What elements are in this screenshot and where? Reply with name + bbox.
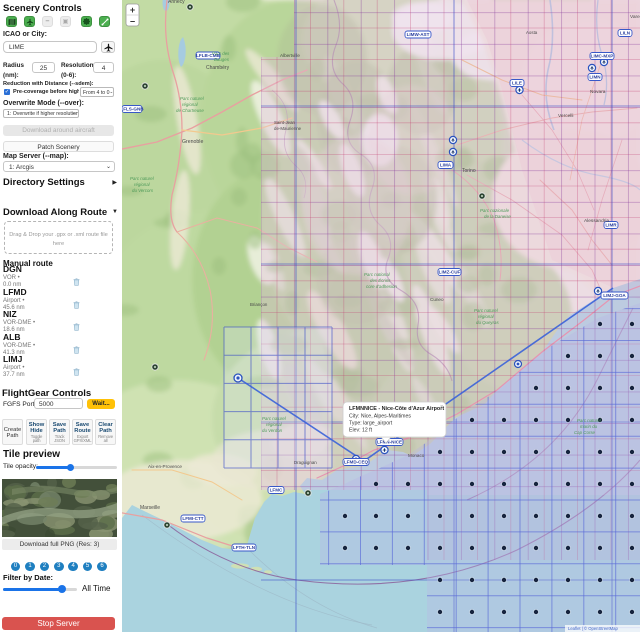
- svg-text:Vercelli: Vercelli: [558, 113, 573, 119]
- svg-text:régional: régional: [478, 314, 495, 319]
- svg-text:Marseille: Marseille: [140, 505, 160, 511]
- svg-text:Parc national: Parc national: [364, 272, 391, 277]
- svg-text:LIMC-MXP: LIMC-MXP: [591, 54, 614, 59]
- svg-text:Monaco: Monaco: [408, 453, 425, 458]
- svg-text:LILN: LILN: [620, 31, 631, 36]
- svg-text:Torino: Torino: [462, 168, 476, 174]
- svg-text:régional: régional: [266, 422, 283, 427]
- svg-text:Elev: 12 ft: Elev: 12 ft: [349, 428, 373, 434]
- svg-text:×: ×: [440, 404, 443, 410]
- svg-text:LIMA: LIMA: [440, 163, 452, 168]
- svg-text:Annecy: Annecy: [168, 0, 185, 5]
- svg-text:Parc naturel: Parc naturel: [180, 96, 205, 101]
- svg-text:Draguignan: Draguignan: [294, 460, 317, 465]
- svg-text:Saint-Jean: Saint-Jean: [274, 120, 296, 125]
- svg-text:du Vercors: du Vercors: [132, 188, 154, 193]
- svg-text:Parc naturel: Parc naturel: [577, 418, 602, 423]
- svg-text:Grenoble: Grenoble: [182, 139, 203, 145]
- svg-text:LIMN: LIMN: [589, 75, 601, 80]
- svg-text:Varese: Varese: [630, 14, 640, 20]
- svg-text:LIMJ-GOA: LIMJ-GOA: [603, 293, 626, 298]
- svg-text:LFMN-NICE: LFMN-NICE: [377, 440, 402, 445]
- svg-text:−: −: [130, 17, 135, 27]
- svg-text:Parc des: Parc des: [212, 51, 230, 56]
- svg-text:LFMI-CTT: LFMI-CTT: [182, 516, 203, 521]
- svg-text:Aosta: Aosta: [526, 30, 538, 35]
- svg-text:des Écrins: des Écrins: [370, 278, 391, 283]
- svg-text:LFMNNICE - Nice-Côte d'Azur Ai: LFMNNICE - Nice-Côte d'Azur Airport: [349, 406, 444, 412]
- svg-text:de Chartreuse: de Chartreuse: [176, 108, 204, 113]
- svg-text:LFLS-GNB: LFLS-GNB: [122, 107, 144, 112]
- svg-text:Aix-en-Provence: Aix-en-Provence: [148, 464, 182, 469]
- svg-text:Cap Corse: Cap Corse: [574, 430, 596, 435]
- svg-text:Parc naturel: Parc naturel: [262, 416, 287, 421]
- svg-text:Leaflet | © OpenStreetMap: Leaflet | © OpenStreetMap: [568, 626, 618, 631]
- svg-text:marin du: marin du: [580, 424, 598, 429]
- svg-text:de la Daneise: de la Daneise: [484, 214, 511, 219]
- svg-text:LFMD-CEQ: LFMD-CEQ: [344, 460, 369, 465]
- svg-text:Parc naturel: Parc naturel: [130, 176, 155, 181]
- svg-text:Bauges: Bauges: [214, 57, 230, 62]
- svg-text:Parc naturel: Parc naturel: [474, 308, 499, 313]
- svg-text:Albertville: Albertville: [280, 53, 300, 58]
- svg-text:Briançon: Briançon: [250, 302, 268, 307]
- svg-text:core d'adhesion: core d'adhesion: [366, 284, 397, 289]
- svg-text:Chambéry: Chambéry: [206, 65, 230, 71]
- svg-text:LILE: LILE: [512, 81, 522, 86]
- svg-text:du Queyras: du Queyras: [476, 320, 500, 325]
- svg-text:de-Maurienne: de-Maurienne: [274, 126, 302, 131]
- svg-text:LIMZ-CUF: LIMZ-CUF: [439, 270, 461, 275]
- svg-text:LIMW-AST: LIMW-AST: [407, 32, 430, 37]
- svg-text:Alessandria: Alessandria: [584, 218, 609, 224]
- svg-text:régional: régional: [182, 102, 199, 107]
- svg-text:Parc nazionale: Parc nazionale: [480, 208, 510, 213]
- svg-text:+: +: [130, 5, 135, 15]
- svg-text:LFMC: LFMC: [270, 488, 283, 493]
- svg-text:régional: régional: [134, 182, 151, 187]
- svg-text:Novara: Novara: [590, 89, 606, 95]
- svg-text:LFTH-TLN: LFTH-TLN: [233, 545, 256, 550]
- svg-text:du Verdon: du Verdon: [262, 428, 283, 433]
- svg-text:Type: large_airport: Type: large_airport: [349, 421, 393, 427]
- svg-text:Cuneo: Cuneo: [430, 297, 444, 302]
- svg-text:City: Nice, Alpes-Maritimes: City: Nice, Alpes-Maritimes: [349, 414, 411, 420]
